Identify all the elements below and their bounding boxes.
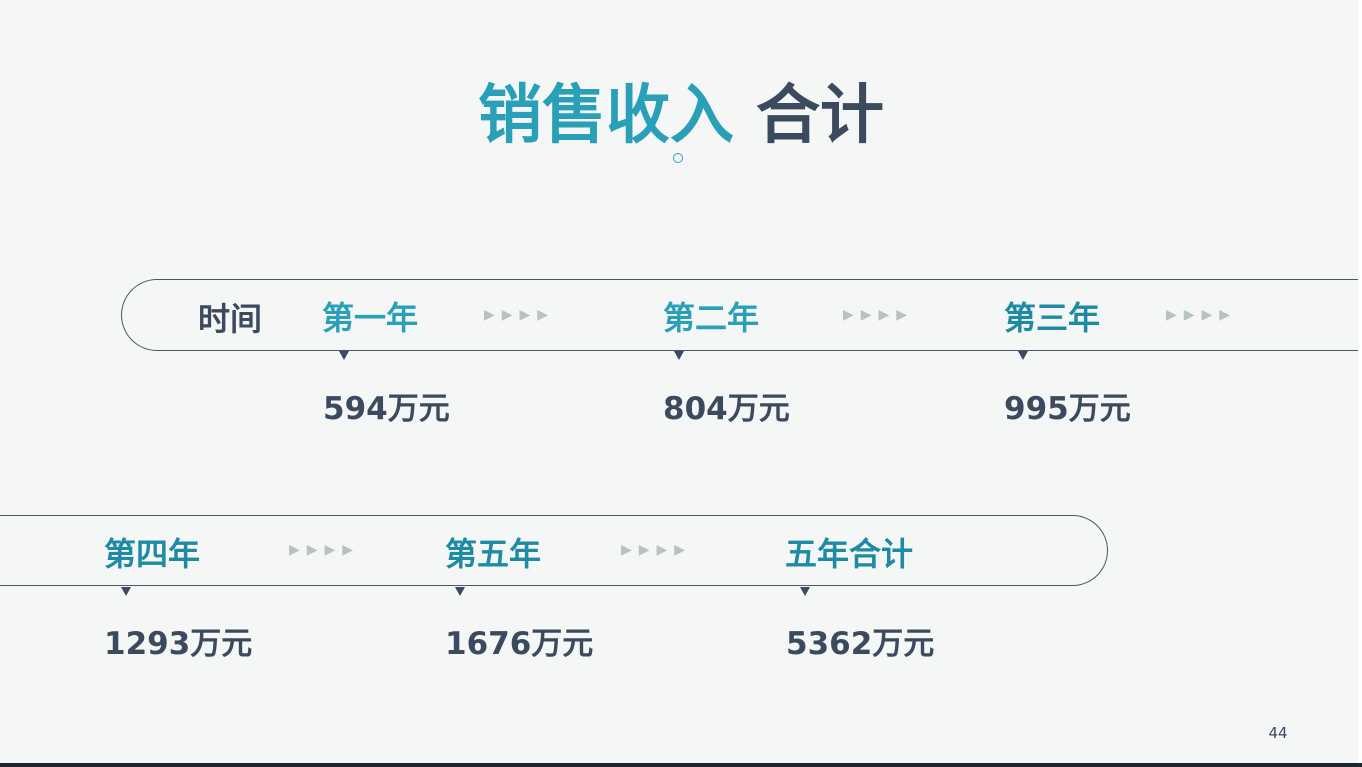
arrows-1-icon: ▶▶▶▶ (484, 307, 556, 323)
year-1-label: 第一年 (322, 299, 419, 337)
year-1-pointer-icon (339, 351, 349, 360)
total-pointer-icon (800, 587, 810, 596)
year-3-label: 第三年 (1004, 299, 1101, 337)
arrows-4-icon: ▶▶▶▶ (289, 542, 361, 558)
timeline-row-label: 时间 (198, 300, 263, 338)
arrows-2-icon: ▶▶▶▶ (843, 307, 915, 323)
year-2-label: 第二年 (663, 299, 760, 337)
page-number: 44 (1268, 724, 1288, 742)
arrows-3-icon: ▶▶▶▶ (1166, 307, 1238, 323)
year-4-label: 第四年 (104, 535, 201, 573)
year-1-value: 594万元 (323, 391, 450, 427)
right-edge (1358, 0, 1362, 767)
bottom-edge (0, 763, 1362, 767)
slide: 销售收入 合计 时间 第一年 594万元 ▶▶▶▶ 第二年 804万元 ▶▶▶▶ … (0, 0, 1362, 767)
title-accent: 销售收入 (478, 79, 734, 153)
year-3-pointer-icon (1018, 351, 1028, 360)
slide-title: 销售收入 合计 (0, 76, 1362, 156)
year-5-pointer-icon (455, 587, 465, 596)
title-decoration-dot-icon (673, 153, 683, 163)
year-2-value: 804万元 (663, 391, 790, 427)
year-4-value: 1293万元 (104, 626, 253, 662)
total-value: 5362万元 (786, 626, 935, 662)
arrows-5-icon: ▶▶▶▶ (621, 542, 693, 558)
year-5-value: 1676万元 (445, 626, 594, 662)
total-label: 五年合计 (785, 535, 914, 573)
title-rest: 合计 (756, 79, 884, 153)
year-3-value: 995万元 (1004, 391, 1131, 427)
year-5-label: 第五年 (445, 535, 542, 573)
year-4-pointer-icon (121, 587, 131, 596)
year-2-pointer-icon (674, 351, 684, 360)
